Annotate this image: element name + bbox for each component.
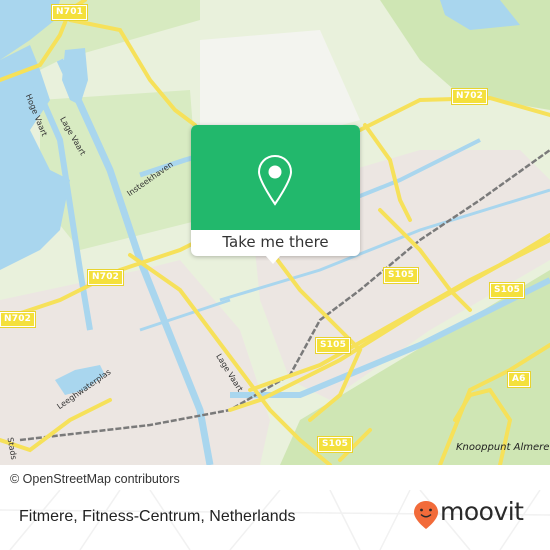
popup-pointer bbox=[265, 255, 281, 264]
road-shield-a6: A6 bbox=[507, 371, 531, 388]
road-shield-n702-west: N702 bbox=[0, 311, 37, 328]
place-label-knooppunt: Knooppunt Almere bbox=[456, 442, 550, 453]
road-shield-n701: N701 bbox=[50, 4, 89, 21]
road-shield-s105-south: S105 bbox=[316, 436, 354, 453]
road-shield-s105-east: S105 bbox=[488, 282, 526, 299]
location-popup: Take me there bbox=[191, 125, 360, 264]
road-shield-s105-center: S105 bbox=[314, 337, 352, 354]
road-shield-n702-center: N702 bbox=[86, 269, 125, 286]
take-me-there-button[interactable]: Take me there bbox=[191, 230, 360, 256]
moovit-pin-icon bbox=[414, 501, 438, 529]
road-shield-s105-north: S105 bbox=[382, 267, 420, 284]
road-shield-n702-east: N702 bbox=[450, 88, 489, 105]
place-title: Fitmere, Fitness-Centrum, Netherlands bbox=[19, 508, 296, 525]
popup-header bbox=[191, 125, 360, 230]
location-pin-icon bbox=[257, 154, 293, 206]
moovit-wordmark: moovit bbox=[440, 497, 524, 526]
